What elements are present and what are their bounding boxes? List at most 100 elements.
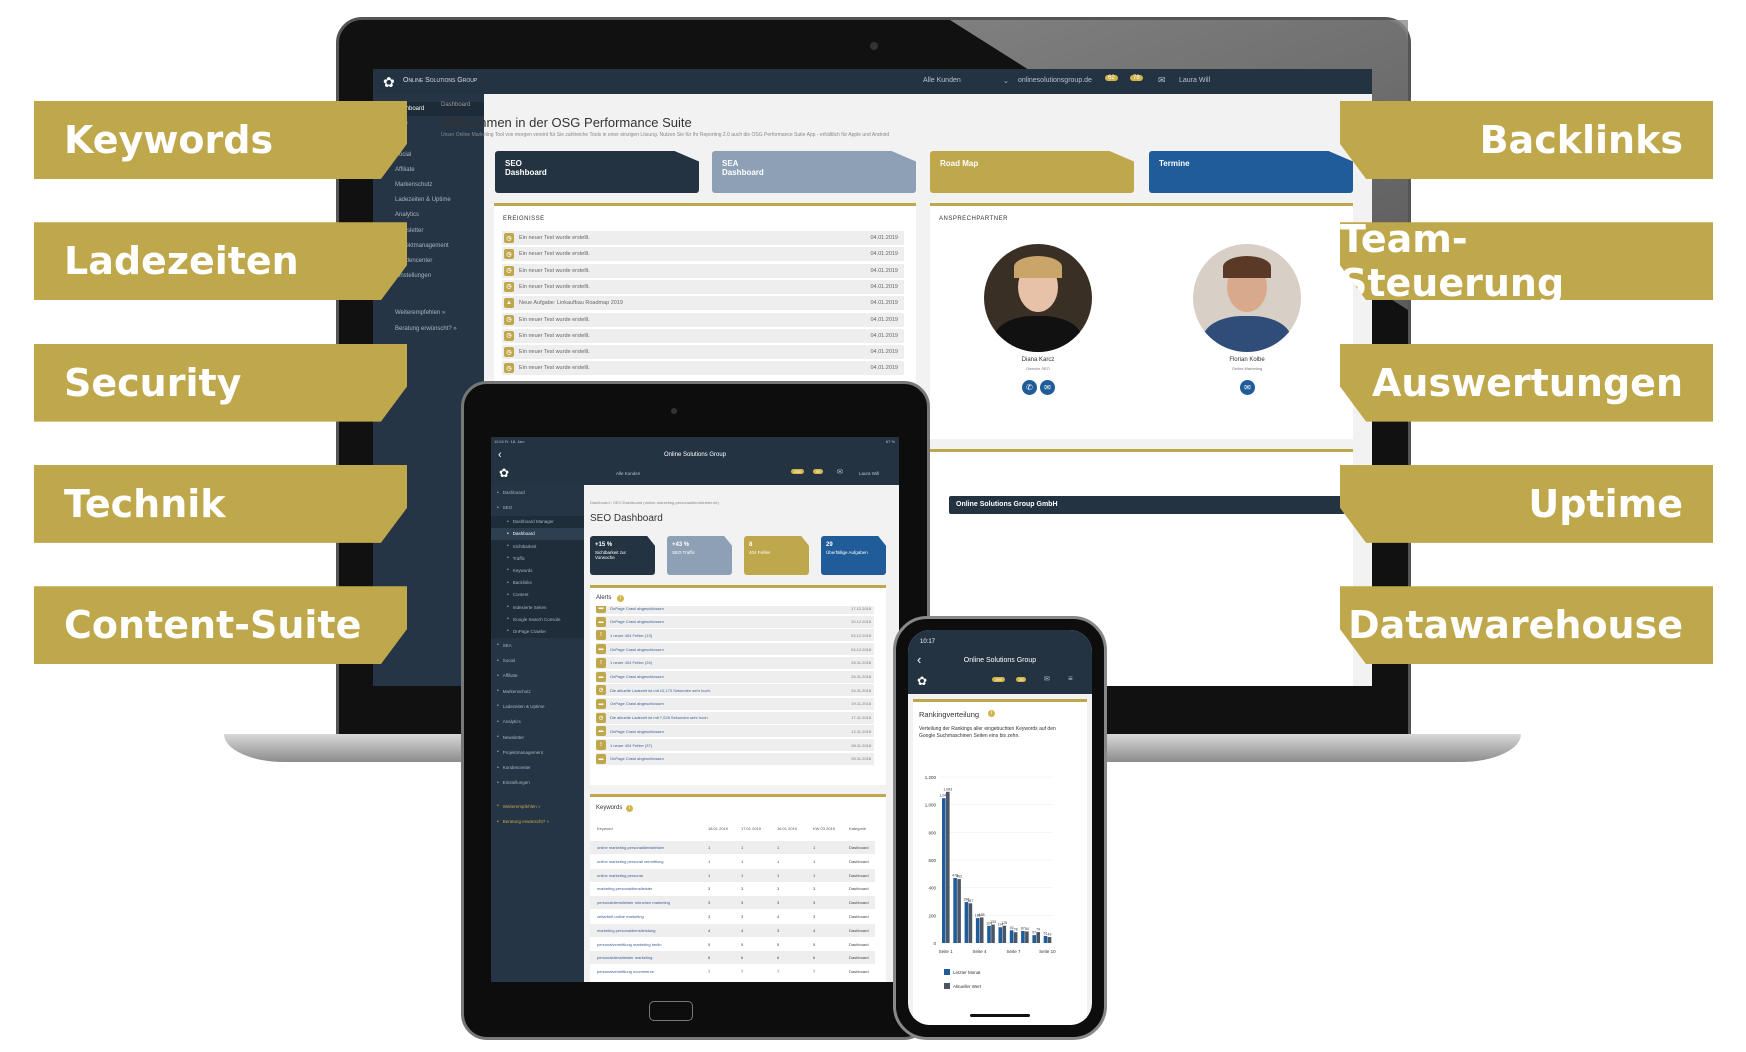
column-header[interactable]: KW 03 2019 xyxy=(813,826,835,831)
sidebar-item[interactable]: • Weiterempfehlen » xyxy=(491,799,584,814)
client-select[interactable]: Alle Kunden xyxy=(616,471,640,476)
sidebar-item[interactable]: Beratung erwünscht? » xyxy=(373,322,484,336)
user-menu[interactable]: Laura Will xyxy=(859,471,879,476)
sidebar-item[interactable]: • Social xyxy=(491,653,584,668)
sidebar-item[interactable]: • Indexierte Seiten xyxy=(491,601,584,614)
task-badge[interactable]: 78 xyxy=(1130,75,1143,81)
sidebar-item[interactable]: • Projektmanagement xyxy=(491,745,584,760)
keyword-row[interactable]: marketing personaldienstleistung 4 4 3 4 Dash… xyxy=(590,923,875,937)
sidebar-item[interactable]: • Google Search Console xyxy=(491,613,584,626)
tile-sea[interactable]: SEA Dashboard xyxy=(712,151,916,193)
event-row[interactable]: ◷ Ein neuer Test wurde erstellt. 04.01.201… xyxy=(502,247,904,262)
kpi-tile[interactable]: 29 Überfällige Aufgaben xyxy=(821,536,886,575)
chevron-down-icon[interactable]: ⌄ xyxy=(1003,77,1009,85)
mail-icon[interactable]: ✉ xyxy=(1158,75,1166,86)
kpi-tile[interactable]: 8 404 Fehler xyxy=(744,536,809,575)
event-row[interactable]: ◷ Ein neuer Test wurde erstellt. 04.01.201… xyxy=(502,263,904,278)
sidebar-item[interactable]: • Beratung erwünscht? » xyxy=(491,814,584,829)
breadcrumb[interactable]: Dashboard xyxy=(441,102,470,108)
keyword-link[interactable]: marketing personaldienstleistung xyxy=(597,928,655,933)
notification-badge[interactable]: 62 xyxy=(1105,75,1118,81)
keyword-row[interactable]: personalvermittlung ecommerce 7 7 7 7 Dashboa… xyxy=(590,965,875,979)
keyword-link[interactable]: personalvermittlung ecommerce xyxy=(597,969,654,974)
alert-row[interactable]: ▬ OnPage Crawl abgeschlossen 19.11.2018 xyxy=(596,697,874,710)
sidebar-item[interactable]: • Traffic xyxy=(491,552,584,565)
alert-row[interactable]: ▬ OnPage Crawl abgeschlossen 26.11.2018 xyxy=(596,670,874,683)
alert-row[interactable]: ◷ Die aktuelle Ladezeit ist mit 7,028 Sek… xyxy=(596,711,874,724)
event-row[interactable]: ◷ Ein neuer Test wurde erstellt. 04.01.201… xyxy=(502,361,904,376)
sidebar-item[interactable]: • Markenschutz xyxy=(491,684,584,699)
keyword-link[interactable]: online marketing personal vermittlung xyxy=(597,859,663,864)
keyword-row[interactable]: online marketing personal vermittlung 1 1 1… xyxy=(590,854,875,868)
keyword-row[interactable]: online marketing personaldienstleister 1 1… xyxy=(590,841,875,854)
sidebar-item[interactable]: • Dashboard xyxy=(491,485,584,500)
sidebar-item[interactable]: • Sichtbarkeit xyxy=(491,540,584,553)
mail-icon[interactable]: ✉ xyxy=(837,468,843,476)
keyword-link[interactable]: personaldienstleister marketing xyxy=(597,955,652,960)
phone-icon[interactable]: ✆ xyxy=(1022,380,1037,395)
alert-row[interactable]: ◷ Die aktuelle Ladezeit ist mit 10,173 Se… xyxy=(596,684,874,697)
sidebar-item[interactable]: • Analytics xyxy=(491,714,584,729)
sidebar-item[interactable]: Ladezeiten & Uptime xyxy=(373,193,484,207)
user-menu[interactable]: Laura Will xyxy=(1179,77,1210,84)
sidebar-item[interactable]: • Backlinks xyxy=(491,576,584,589)
alert-row[interactable]: ! 1 neuer 404 Fehler (37) 08.11.2018 xyxy=(596,739,874,751)
event-row[interactable]: ◷ Ein neuer Test wurde erstellt. 04.01.201… xyxy=(502,328,904,343)
kpi-tile[interactable]: +43 % SEO Traffic xyxy=(667,536,732,575)
sidebar-item[interactable]: • SEA xyxy=(491,638,584,653)
keyword-row[interactable]: personaldienstleister marketing 6 6 6 6 Dashb… xyxy=(590,951,875,965)
tile-roadmap[interactable]: Road Map xyxy=(930,151,1134,193)
sidebar-item[interactable]: • Einstellungen xyxy=(491,775,584,790)
alert-row[interactable]: ▬ OnPage Crawl abgeschlossen 17.12.2018 xyxy=(596,606,874,614)
sidebar-item[interactable]: • Dashboard xyxy=(491,527,584,540)
sidebar-item[interactable]: Markenschutz xyxy=(373,178,484,192)
keyword-link[interactable]: online marketing personaldienstleister xyxy=(597,845,664,850)
client-select[interactable]: Alle Kunden xyxy=(923,77,961,84)
column-header[interactable]: Keyword xyxy=(597,826,613,831)
sidebar-item[interactable]: • Keywords xyxy=(491,564,584,577)
alert-row[interactable]: ! 1 neuer 404 Fehler (13) 03.12.2018 xyxy=(596,629,874,642)
info-icon[interactable]: i xyxy=(617,595,624,602)
event-row[interactable]: ◷ Ein neuer Test wurde erstellt. 04.01.201… xyxy=(502,231,904,245)
keyword-row[interactable]: personaldienstleister münchen marketing 3… xyxy=(590,896,875,910)
event-row[interactable]: ◷ Ein neuer Test wurde erstellt. 04.01.201… xyxy=(502,279,904,294)
keyword-link[interactable]: marketing personaldienstleister xyxy=(597,886,652,891)
event-row[interactable]: ◷ Ein neuer Test wurde erstellt. 04.01.201… xyxy=(502,345,904,360)
info-icon[interactable]: i xyxy=(626,805,633,812)
column-header[interactable]: Kategorie xyxy=(849,826,866,831)
sidebar-item[interactable]: • Kundencenter xyxy=(491,760,584,775)
alert-row[interactable]: ▬ OnPage Crawl abgeschlossen 05.11.2018 xyxy=(596,752,874,765)
mail-icon[interactable]: ✉ xyxy=(1040,380,1055,395)
tile-termine[interactable]: Termine xyxy=(1149,151,1353,193)
keyword-row[interactable]: online marketing personal 1 1 1 1 Dashboard xyxy=(590,868,875,882)
column-header[interactable]: 16.01 2019 xyxy=(777,826,797,831)
keyword-link[interactable]: online marketing personal xyxy=(597,873,643,878)
sidebar-item[interactable]: • SEO xyxy=(491,500,584,515)
tile-seo[interactable]: SEO Dashboard xyxy=(495,151,699,193)
sidebar-item[interactable]: Analytics xyxy=(373,208,484,222)
task-badge[interactable]: 90 xyxy=(813,469,824,474)
event-row[interactable]: ▲ Neue Aufgabe: Linkaufbau Roadmap 2019 04… xyxy=(502,296,904,311)
notification-badge[interactable]: 268 xyxy=(791,469,804,474)
keyword-link[interactable]: personaldienstleister münchen marketing xyxy=(597,900,670,905)
sidebar-item[interactable]: • Newsletter xyxy=(491,729,584,744)
column-header[interactable]: 18.01 2019 xyxy=(708,826,728,831)
sidebar-item[interactable]: • Ladezeiten & Uptime xyxy=(491,699,584,714)
keyword-row[interactable]: zeitarbeit online marketing 3 3 4 3 Dashboard xyxy=(590,910,875,923)
keyword-row[interactable]: marketing personaldienstleister 3 3 3 3 Dashb… xyxy=(590,882,875,896)
kpi-tile[interactable]: +15 % Sichtbarkeit zur Vorwoche xyxy=(590,536,655,575)
keyword-link[interactable]: personalvermittlung marketing berlin xyxy=(597,942,661,947)
alert-row[interactable]: ▬ OnPage Crawl abgeschlossen 12.11.2018 xyxy=(596,725,874,738)
keyword-row[interactable]: personalvermittlung marketing berlin 5 5 5 5… xyxy=(590,937,875,951)
alert-row[interactable]: ▬ OnPage Crawl abgeschlossen 10.12.2018 xyxy=(596,615,874,628)
column-header[interactable]: 17.01 2019 xyxy=(741,826,761,831)
sidebar-item[interactable]: • OnPage Crawler xyxy=(491,625,584,638)
keyword-link[interactable]: zeitarbeit online marketing xyxy=(597,914,644,919)
sidebar-item[interactable]: • Affiliate xyxy=(491,668,584,683)
event-row[interactable]: ◷ Ein neuer Test wurde erstellt. 04.01.201… xyxy=(502,312,904,327)
alert-row[interactable]: ! 1 neuer 404 Fehler (24) 26.11.2018 xyxy=(596,656,874,669)
sidebar-item[interactable]: • Content xyxy=(491,588,584,601)
sidebar-item[interactable]: Weiterempfehlen » xyxy=(373,306,484,320)
sidebar-item[interactable]: • Dashboard Manager xyxy=(491,515,584,528)
alert-row[interactable]: ▬ OnPage Crawl abgeschlossen 03.12.2018 xyxy=(596,643,874,656)
